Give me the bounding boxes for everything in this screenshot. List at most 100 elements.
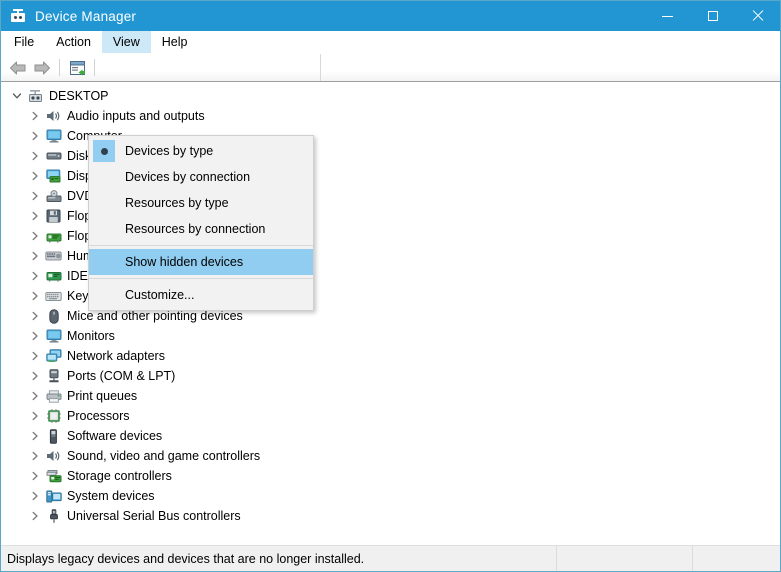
menu-item-resources-by-type[interactable]: Resources by type [89,190,313,216]
printer-icon [45,388,62,404]
menu-view[interactable]: View [101,31,151,53]
chevron-right-icon[interactable] [28,409,42,423]
usb-icon [45,508,62,524]
tree-item[interactable]: Universal Serial Bus controllers [2,506,780,526]
tree-item-label: Audio inputs and outputs [67,109,205,123]
chevron-right-icon[interactable] [28,169,42,183]
chevron-right-icon[interactable] [28,229,42,243]
tree-item[interactable]: Software devices [2,426,780,446]
chevron-right-icon[interactable] [28,269,42,283]
chevron-right-icon[interactable] [28,289,42,303]
chevron-right-icon[interactable] [28,309,42,323]
menu-item-label: Resources by type [125,196,229,210]
tree-root-node[interactable]: DESKTOP [2,86,780,106]
chevron-right-icon[interactable] [28,209,42,223]
tree-item[interactable]: Storage controllers [2,466,780,486]
menu-action[interactable]: Action [45,31,102,53]
menu-item-resources-by-connection[interactable]: Resources by connection [89,216,313,242]
system-device-icon [45,488,62,504]
toolbar-separator-1 [59,59,60,76]
menu-item-show-hidden-devices[interactable]: Show hidden devices [89,249,313,275]
back-icon [10,61,26,74]
menu-item-devices-by-type[interactable]: Devices by type [89,138,313,164]
status-panel-2 [557,546,693,571]
tree-item[interactable]: Audio inputs and outputs [2,106,780,126]
chevron-right-icon[interactable] [28,149,42,163]
chevron-right-icon[interactable] [28,129,42,143]
minimize-button[interactable] [645,1,690,31]
menu-item-label: Resources by connection [125,222,266,236]
toolbar-separator-2 [94,59,95,76]
ide-controller-icon [45,268,62,284]
radio-gutter [89,138,119,164]
speaker-icon [45,448,62,464]
radio-gutter [89,216,119,242]
tree-item-label: Processors [67,409,130,423]
tree-item-label: Storage controllers [67,469,172,483]
chevron-right-icon[interactable] [28,369,42,383]
dvd-icon [45,188,62,204]
network-adapter-icon [45,348,62,364]
menu-item-label: Customize... [125,288,195,302]
title-bar: Device Manager [1,1,780,31]
tree-item[interactable]: Monitors [2,326,780,346]
maximize-button[interactable] [690,1,735,31]
tree-item-label: Sound, video and game controllers [67,449,261,463]
menu-item-label: Devices by type [125,144,214,158]
properties-button[interactable] [65,57,89,79]
content-pane: DESKTOP Audio inputs and outputsComputer… [1,82,780,545]
close-button[interactable] [735,1,780,31]
software-device-icon [45,428,62,444]
radio-gutter [89,190,119,216]
tree-item-label: Print queues [67,389,138,403]
window-controls [645,1,780,31]
forward-button[interactable] [30,57,54,79]
hid-icon [45,248,62,264]
chevron-down-icon[interactable] [10,89,24,103]
tree-item-label: System devices [67,489,155,503]
menu-separator-1 [89,245,313,246]
chevron-right-icon[interactable] [28,429,42,443]
tree-item[interactable]: Ports (COM & LPT) [2,366,780,386]
status-bar: Displays legacy devices and devices that… [1,545,780,571]
tree-root-label: DESKTOP [49,89,109,103]
toolbar-edge [320,54,321,81]
maximize-icon [707,11,718,21]
menu-item-devices-by-connection[interactable]: Devices by connection [89,164,313,190]
chevron-right-icon[interactable] [28,349,42,363]
tree-item-label: Ports (COM & LPT) [67,369,176,383]
radio-gutter [89,164,119,190]
menu-help[interactable]: Help [151,31,199,53]
chevron-right-icon[interactable] [28,469,42,483]
status-message: Displays legacy devices and devices that… [7,551,365,566]
tree-item[interactable]: Network adapters [2,346,780,366]
device-manager-window: Device Manager File Action View Help DES… [0,0,781,572]
floppy-controller-icon [45,228,62,244]
radio-gutter [89,249,119,275]
chevron-right-icon[interactable] [28,389,42,403]
menu-item-customize[interactable]: Customize... [89,282,313,308]
back-button[interactable] [6,57,30,79]
chevron-right-icon[interactable] [28,489,42,503]
minimize-icon [662,15,673,17]
disk-icon [45,148,62,164]
tree-item[interactable]: Processors [2,406,780,426]
chevron-right-icon[interactable] [28,109,42,123]
tree-item-label: Software devices [67,429,163,443]
tree-item-label: Monitors [67,329,115,343]
menu-file[interactable]: File [3,31,45,53]
chevron-right-icon[interactable] [28,249,42,263]
tree-item[interactable]: Print queues [2,386,780,406]
menu-item-label: Show hidden devices [125,255,244,269]
chevron-right-icon[interactable] [28,509,42,523]
radio-gutter [89,282,119,308]
floppy-disk-icon [45,208,62,224]
menu-separator-2 [89,278,313,279]
window-title: Device Manager [35,8,137,24]
chevron-right-icon[interactable] [28,449,42,463]
tree-item[interactable]: Sound, video and game controllers [2,446,780,466]
radio-selected-icon [93,140,115,162]
tree-item[interactable]: System devices [2,486,780,506]
chevron-right-icon[interactable] [28,329,42,343]
chevron-right-icon[interactable] [28,189,42,203]
